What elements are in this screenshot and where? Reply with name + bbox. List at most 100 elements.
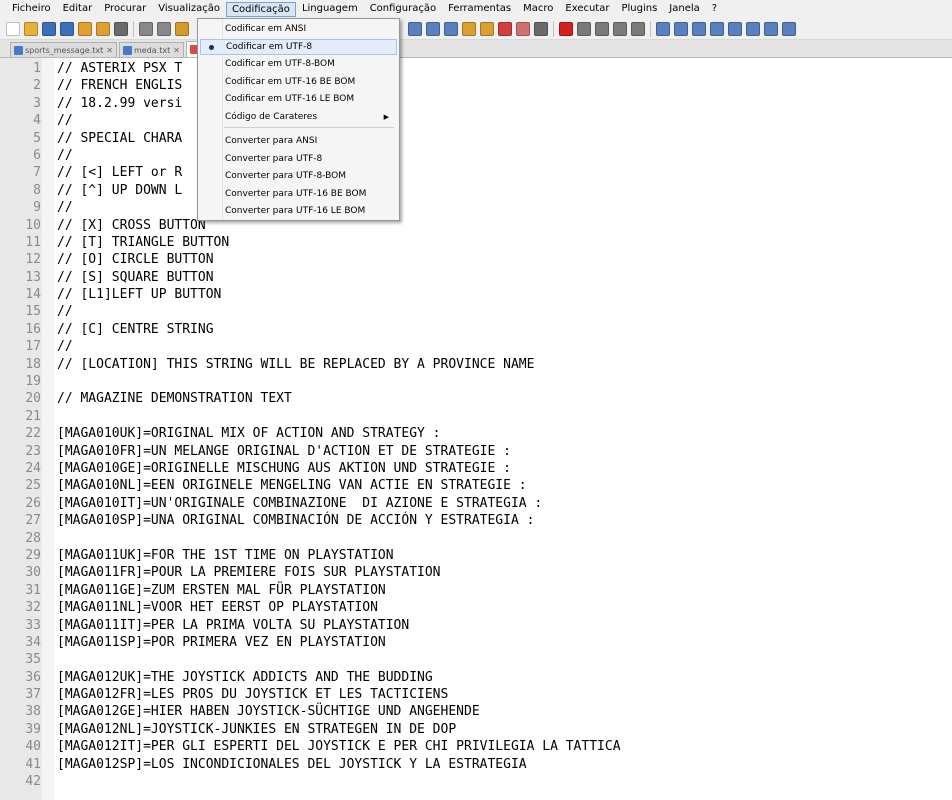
editor-line[interactable]: 30 [MAGA011FR]=POUR LA PREMIERE FOIS SUR …: [0, 564, 952, 581]
line-text[interactable]: // MAGAZINE DEMONSTRATION TEXT: [57, 390, 292, 407]
menu-janela[interactable]: Janela: [663, 1, 705, 17]
indent-guide-icon[interactable]: [444, 21, 458, 36]
stop-macro-icon[interactable]: [577, 21, 591, 36]
editor-line[interactable]: 32 [MAGA011NL]=VOOR HET EERST OP PLAYSTAT…: [0, 599, 952, 616]
plugin-8-icon[interactable]: [782, 21, 796, 36]
editor-line[interactable]: 20 // MAGAZINE DEMONSTRATION TEXT: [0, 390, 952, 407]
menu-linguagem[interactable]: Linguagem: [296, 1, 364, 17]
line-text[interactable]: [MAGA010FR]=UN MELANGE ORIGINAL D'ACTION…: [57, 443, 511, 460]
editor-line[interactable]: 19: [0, 373, 952, 390]
menu-ficheiro[interactable]: Ficheiro: [6, 1, 57, 17]
editor-line[interactable]: 3 // 18.2.99 versi: [0, 95, 952, 112]
line-text[interactable]: // ASTERIX PSX T: [57, 60, 182, 77]
editor-line[interactable]: 12 // [O] CIRCLE BUTTON: [0, 251, 952, 268]
editor-line[interactable]: 14 // [L1]LEFT UP BUTTON: [0, 286, 952, 303]
plugin-3-icon[interactable]: [692, 21, 706, 36]
editor-line[interactable]: 13 // [S] SQUARE BUTTON: [0, 269, 952, 286]
line-text[interactable]: [MAGA011SP]=POR PRIMERA VEZ EN PLAYSTATI…: [57, 634, 386, 651]
editor-line[interactable]: 25 [MAGA010NL]=EEN ORIGINELE MENGELING VA…: [0, 477, 952, 494]
menu-codificacao[interactable]: Codificação: [226, 1, 296, 17]
editor-line[interactable]: 40 [MAGA012IT]=PER GLI ESPERTI DEL JOYSTI…: [0, 738, 952, 755]
show-all-chars-icon[interactable]: [426, 21, 440, 36]
menu-visualizacao[interactable]: Visualização: [152, 1, 226, 17]
line-text[interactable]: [MAGA012UK]=THE JOYSTICK ADDICTS AND THE…: [57, 669, 433, 686]
line-text[interactable]: //: [57, 112, 73, 129]
print-icon[interactable]: [114, 21, 128, 36]
line-text[interactable]: [MAGA012SP]=LOS INCONDICIONALES DEL JOYS…: [57, 756, 527, 773]
doc-map-icon[interactable]: [480, 21, 494, 36]
function-list-icon[interactable]: [498, 21, 512, 36]
menu-item-converter-para-utf-16-be-bom[interactable]: Converter para UTF-16 BE BOM: [200, 186, 397, 202]
editor-line[interactable]: 11 // [T] TRIANGLE BUTTON: [0, 234, 952, 251]
play-macro-icon[interactable]: [595, 21, 609, 36]
editor-line[interactable]: 15 //: [0, 303, 952, 320]
editor-line[interactable]: 39 [MAGA012NL]=JOYSTICK-JUNKIES EN STRATE…: [0, 721, 952, 738]
record-macro-icon[interactable]: [559, 21, 573, 36]
line-text[interactable]: [MAGA012GE]=HIER HABEN JOYSTICK-SÜCHTIGE…: [57, 703, 480, 720]
line-text[interactable]: // [O] CIRCLE BUTTON: [57, 251, 214, 268]
editor[interactable]: 1 // ASTERIX PSX T 2 // FRENCH ENGLIS 3 // 18…: [0, 58, 952, 800]
line-text[interactable]: //: [57, 303, 73, 320]
line-text[interactable]: [MAGA012NL]=JOYSTICK-JUNKIES EN STRATEGE…: [57, 721, 456, 738]
close-all-icon[interactable]: [96, 21, 110, 36]
copy-icon[interactable]: [157, 21, 171, 36]
editor-line[interactable]: 37 [MAGA012FR]=LES PROS DU JOYSTICK ET LE…: [0, 686, 952, 703]
menu-item-codificar-em-ansi[interactable]: Codificar em ANSI: [200, 21, 397, 37]
line-text[interactable]: [MAGA010SP]=UNA ORIGINAL COMBINACIÓN DE …: [57, 512, 534, 529]
folder-workspace-icon[interactable]: [516, 21, 530, 36]
line-text[interactable]: // [LOCATION] THIS STRING WILL BE REPLAC…: [57, 356, 534, 373]
editor-line[interactable]: 9 //: [0, 199, 952, 216]
line-text[interactable]: [MAGA011NL]=VOOR HET EERST OP PLAYSTATIO…: [57, 599, 378, 616]
cut-icon[interactable]: [139, 21, 153, 36]
plugin-7-icon[interactable]: [764, 21, 778, 36]
line-text[interactable]: //: [57, 199, 73, 216]
line-text[interactable]: // [T] TRIANGLE BUTTON: [57, 234, 229, 251]
editor-line[interactable]: 17 //: [0, 338, 952, 355]
plugin-2-icon[interactable]: [674, 21, 688, 36]
editor-line[interactable]: 26 [MAGA010IT]=UN'ORIGINALE COMBINAZIONE …: [0, 495, 952, 512]
editor-line[interactable]: 41 [MAGA012SP]=LOS INCONDICIONALES DEL JO…: [0, 756, 952, 773]
editor-line[interactable]: 7// [<] LEFT or R S: [0, 164, 952, 181]
line-text[interactable]: [MAGA011GE]=ZUM ERSTEN MAL FÜR PLAYSTATI…: [57, 582, 386, 599]
editor-line[interactable]: 31 [MAGA011GE]=ZUM ERSTEN MAL FÜR PLAYSTA…: [0, 582, 952, 599]
plugin-4-icon[interactable]: [710, 21, 724, 36]
menu-plugins[interactable]: Plugins: [615, 1, 663, 17]
word-wrap-icon[interactable]: [408, 21, 422, 36]
menu-ferramentas[interactable]: Ferramentas: [442, 1, 517, 17]
editor-line[interactable]: 28: [0, 530, 952, 547]
editor-line[interactable]: 22 [MAGA010UK]=ORIGINAL MIX OF ACTION AND…: [0, 425, 952, 442]
editor-lines[interactable]: 1 // ASTERIX PSX T 2 // FRENCH ENGLIS 3 // 18…: [0, 60, 952, 790]
editor-line[interactable]: 18 // [LOCATION] THIS STRING WILL BE REPL…: [0, 356, 952, 373]
editor-line[interactable]: 38 [MAGA012GE]=HIER HABEN JOYSTICK-SÜCHTI…: [0, 703, 952, 720]
line-text[interactable]: //: [57, 147, 73, 164]
line-text[interactable]: // FRENCH ENGLIS: [57, 77, 182, 94]
plugin-1-icon[interactable]: [656, 21, 670, 36]
tab-file-1[interactable]: meda.txt ✕: [118, 42, 184, 57]
save-macro-icon[interactable]: [631, 21, 645, 36]
menu-item-codificar-em-utf-16-be-bom[interactable]: Codificar em UTF-16 BE BOM: [200, 74, 397, 90]
line-text[interactable]: [MAGA012FR]=LES PROS DU JOYSTICK ET LES …: [57, 686, 448, 703]
line-text[interactable]: [MAGA010NL]=EEN ORIGINELE MENGELING VAN …: [57, 477, 527, 494]
line-text[interactable]: [MAGA011IT]=PER LA PRIMA VOLTA SU PLAYST…: [57, 617, 409, 634]
save-all-icon[interactable]: [60, 21, 74, 36]
editor-line[interactable]: 36 [MAGA012UK]=THE JOYSTICK ADDICTS AND T…: [0, 669, 952, 686]
menu-item-codificar-em-utf-8-bom[interactable]: Codificar em UTF-8-BOM: [200, 56, 397, 72]
plugin-5-icon[interactable]: [728, 21, 742, 36]
menu-item-converter-para-utf-8-bom[interactable]: Converter para UTF-8-BOM: [200, 168, 397, 184]
line-text[interactable]: [MAGA011UK]=FOR THE 1ST TIME ON PLAYSTAT…: [57, 547, 394, 564]
line-text[interactable]: // 18.2.99 versi: [57, 95, 182, 112]
line-text[interactable]: [MAGA010UK]=ORIGINAL MIX OF ACTION AND S…: [57, 425, 441, 442]
menu-item-converter-para-ansi[interactable]: Converter para ANSI: [200, 133, 397, 149]
user-lang-icon[interactable]: [462, 21, 476, 36]
tab-file-0[interactable]: sports_message.txt ✕: [10, 42, 117, 57]
menu-procurar[interactable]: Procurar: [98, 1, 152, 17]
editor-line[interactable]: 35: [0, 651, 952, 668]
editor-line[interactable]: 42: [0, 773, 952, 790]
line-text[interactable]: [MAGA010IT]=UN'ORIGINALE COMBINAZIONE DI…: [57, 495, 542, 512]
menu-item-converter-para-utf-8[interactable]: Converter para UTF-8: [200, 151, 397, 167]
line-text[interactable]: // [L1]LEFT UP BUTTON: [57, 286, 221, 303]
menu-macro[interactable]: Macro: [517, 1, 559, 17]
close-tab-icon[interactable]: ✕: [173, 46, 180, 55]
line-text[interactable]: // [S] SQUARE BUTTON: [57, 269, 214, 286]
new-file-icon[interactable]: [6, 21, 20, 36]
